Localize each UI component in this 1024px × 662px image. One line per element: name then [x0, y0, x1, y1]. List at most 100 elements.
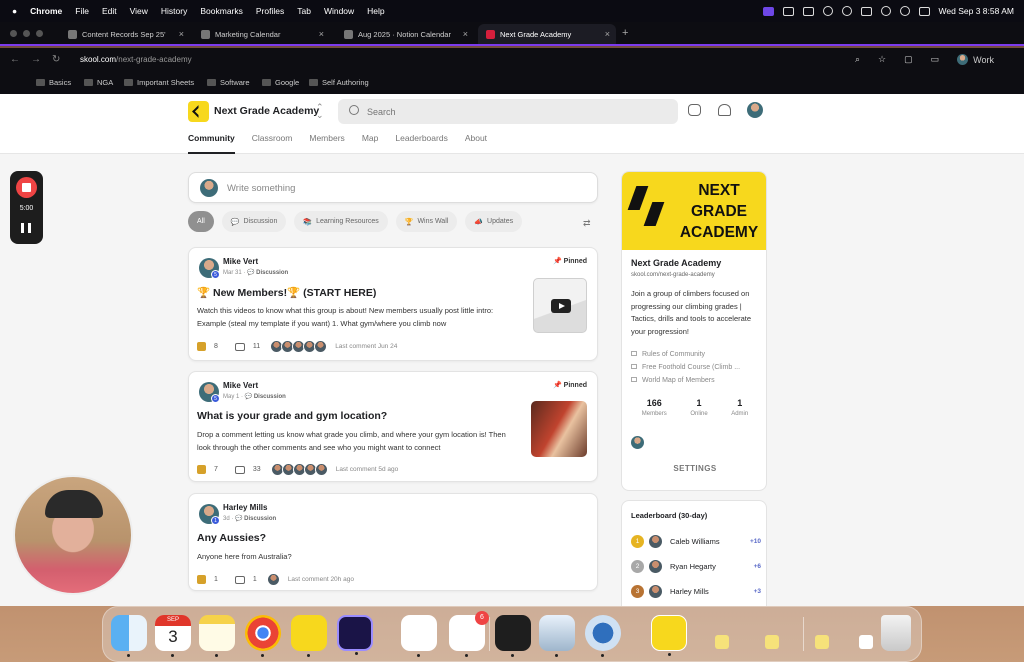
filter-discussion[interactable]: 💬 Discussion [221, 211, 287, 232]
like-icon[interactable] [197, 342, 206, 351]
menu-help[interactable]: Help [367, 6, 384, 16]
zoom-icon[interactable]: ⌕ [855, 54, 860, 65]
post-author[interactable]: Mike Vert [223, 257, 258, 266]
menu-view[interactable]: View [130, 6, 148, 16]
tab-classroom[interactable]: Classroom [252, 133, 293, 154]
bookmark-software[interactable]: Software [207, 78, 250, 87]
filter-updates[interactable]: 📣 Updates [465, 211, 523, 232]
bookmark-nga[interactable]: NGA [84, 78, 113, 87]
comment-icon[interactable] [234, 465, 245, 474]
premiere-pro-icon[interactable] [337, 615, 373, 655]
tasks-app-icon[interactable]: 6 [449, 611, 489, 657]
minimized-note-icon[interactable] [815, 635, 829, 649]
admin-avatar[interactable] [631, 436, 644, 449]
post-composer[interactable]: Write something [188, 172, 598, 203]
filter-wins-wall[interactable]: 🏆 Wins Wall [395, 211, 458, 232]
battery-icon[interactable] [860, 6, 872, 16]
video-thumbnail[interactable] [533, 278, 587, 333]
bookmark-important-sheets[interactable]: Important Sheets [124, 78, 194, 87]
stat-members[interactable]: 166 Members [642, 398, 667, 417]
miro-icon[interactable] [291, 615, 327, 657]
minimized-window-icon[interactable] [859, 635, 873, 649]
figma-icon[interactable] [495, 615, 531, 657]
tab-members[interactable]: Members [309, 133, 344, 154]
group-name[interactable]: Next Grade Academy [214, 105, 319, 117]
screen-record-icon[interactable] [762, 6, 774, 16]
menu-tab[interactable]: Tab [297, 6, 311, 16]
new-tab-icon[interactable]: + [622, 27, 628, 39]
notifications-bell-icon[interactable] [718, 104, 731, 116]
close-tab-icon[interactable]: × [179, 29, 184, 39]
bookmark-star-icon[interactable]: ☆ [878, 54, 886, 65]
post-title[interactable]: 🏆 New Members!🏆 (START HERE) [197, 286, 376, 299]
menu-bookmarks[interactable]: Bookmarks [200, 6, 243, 16]
link-free-course[interactable]: Free Foothold Course (Climb ... [631, 361, 761, 374]
tab-next-grade-academy[interactable]: Next Grade Academy × [478, 24, 616, 44]
tab-map[interactable]: Map [362, 133, 379, 154]
filter-all[interactable]: All [188, 211, 214, 232]
like-icon[interactable] [197, 575, 206, 584]
chrome-icon[interactable] [245, 615, 281, 657]
post-author[interactable]: Harley Mills [223, 503, 267, 512]
trash-icon[interactable] [881, 615, 911, 651]
link-rules[interactable]: Rules of Community [631, 348, 761, 361]
comment-icon[interactable] [234, 342, 245, 351]
post-card[interactable]: 5 Mike Vert Mar 31 · 💬 Discussion 📌 Pinn… [188, 247, 598, 361]
close-tab-icon[interactable]: × [605, 29, 610, 39]
group-url[interactable]: skool.com/next-grade-academy [631, 272, 715, 278]
filter-settings-icon[interactable]: ⇄ [583, 218, 591, 229]
menu-edit[interactable]: Edit [102, 6, 117, 16]
spotlight-search-icon[interactable] [899, 6, 910, 16]
minimized-note-icon[interactable] [715, 635, 729, 649]
group-switcher-chevron-icon[interactable]: ⌃ ⌄ [316, 103, 324, 120]
status-icon[interactable] [841, 6, 852, 16]
menu-window[interactable]: Window [324, 6, 354, 16]
close-tab-icon[interactable]: × [319, 29, 324, 39]
back-arrow-icon[interactable]: ← [10, 54, 20, 65]
menu-file[interactable]: File [75, 6, 89, 16]
post-image-thumbnail[interactable] [531, 401, 587, 457]
post-category[interactable]: Discussion [256, 270, 288, 276]
finder-icon[interactable] [111, 615, 147, 657]
chat-icon[interactable] [688, 104, 701, 116]
bookmark-self-authoring[interactable]: Self Authoring [309, 78, 369, 87]
apple-icon[interactable]: ● [12, 6, 17, 16]
bookmark-basics[interactable]: Basics [36, 78, 71, 87]
leaderboard-row[interactable]: 2 Ryan Hegarty +6 [631, 558, 761, 574]
url-field[interactable]: skool.com/next-grade-academy [80, 55, 192, 64]
calendar-app-icon[interactable]: SEP 3 [155, 615, 191, 657]
bookmark-google[interactable]: Google [262, 78, 299, 87]
minimized-note-icon[interactable] [765, 635, 779, 649]
preview-icon[interactable] [539, 615, 575, 657]
webcam-bubble[interactable] [13, 475, 133, 595]
menu-history[interactable]: History [161, 6, 187, 16]
profile-button[interactable]: Work [957, 54, 994, 65]
post-card[interactable]: 5 Mike Vert May 1 · 💬 Discussion 📌 Pinne… [188, 371, 598, 482]
post-author[interactable]: Mike Vert [223, 381, 258, 390]
pause-icon[interactable] [21, 223, 31, 233]
window-controls[interactable] [10, 30, 43, 37]
user-avatar[interactable] [747, 102, 763, 118]
post-category[interactable]: Discussion [244, 516, 276, 522]
reload-icon[interactable]: ↻ [52, 54, 60, 65]
stat-admin[interactable]: 1 Admin [731, 398, 748, 417]
tab-marketing-calendar[interactable]: Marketing Calendar × [193, 24, 330, 44]
post-title[interactable]: What is your grade and gym location? [197, 410, 387, 422]
stat-online[interactable]: 1 Online [690, 398, 707, 417]
post-card[interactable]: 1 Harley Mills 3d · 💬 Discussion Any Aus… [188, 493, 598, 591]
group-logo[interactable] [188, 101, 209, 122]
menu-profiles[interactable]: Profiles [256, 6, 284, 16]
tab-about[interactable]: About [465, 133, 487, 154]
status-icon[interactable] [822, 6, 833, 16]
search-input[interactable] [367, 103, 667, 120]
leaderboard-row[interactable]: 3 Harley Mills +3 [631, 583, 761, 599]
menu-app-name[interactable]: Chrome [30, 6, 62, 16]
leaderboard-row[interactable]: 1 Caleb Williams +10 [631, 533, 761, 549]
link-world-map[interactable]: World Map of Members [631, 374, 761, 387]
post-category[interactable]: Discussion [254, 394, 286, 400]
next-grade-academy-app-icon[interactable] [651, 615, 687, 656]
like-icon[interactable] [197, 465, 206, 474]
status-icon[interactable] [782, 6, 794, 16]
close-tab-icon[interactable]: × [463, 29, 468, 39]
notes-app-icon[interactable] [199, 615, 235, 657]
